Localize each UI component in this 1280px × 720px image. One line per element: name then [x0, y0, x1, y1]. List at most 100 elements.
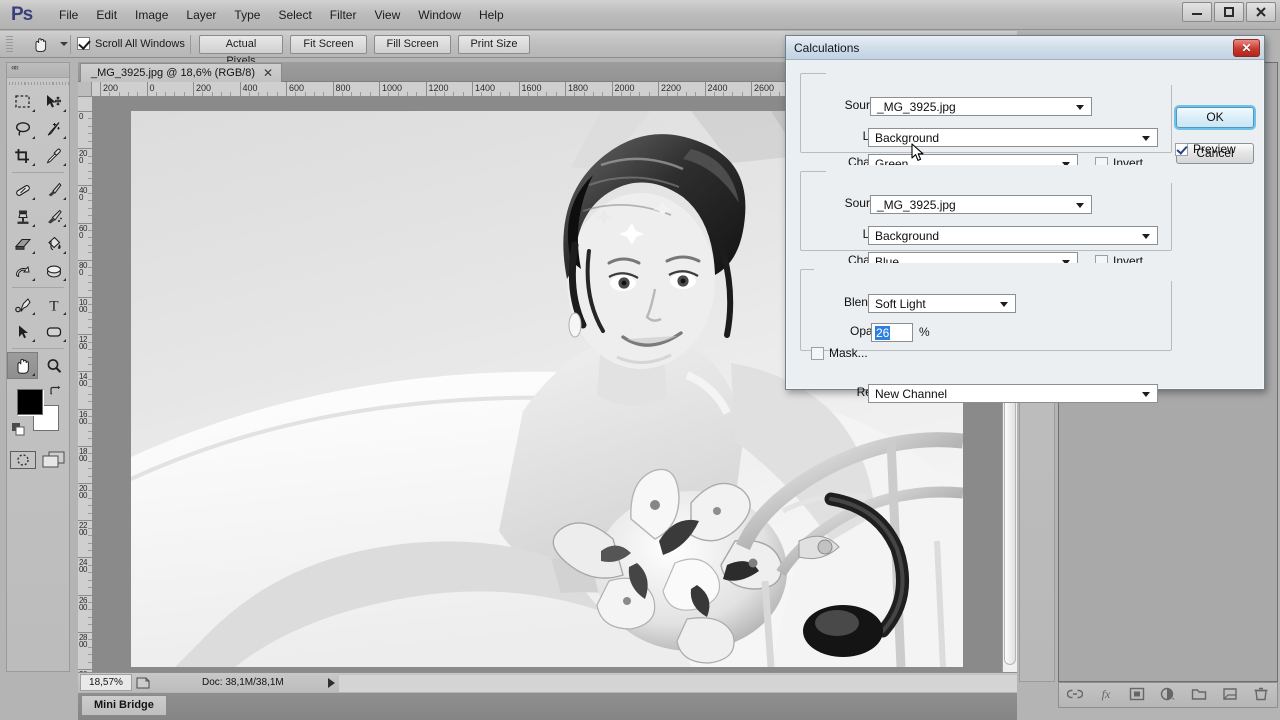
dialog-close-icon[interactable]: ✕: [1233, 39, 1260, 57]
mask-check-icon[interactable]: [811, 347, 824, 360]
chevron-down-icon[interactable]: [1142, 136, 1150, 141]
ruler-minor-tick: [88, 453, 92, 454]
link-icon[interactable]: [1067, 688, 1083, 703]
tool-hand[interactable]: [7, 352, 38, 379]
tool-dodge[interactable]: [7, 257, 38, 284]
tool-pen[interactable]: [7, 291, 38, 318]
chevron-down-icon[interactable]: [1142, 234, 1150, 239]
scroll-all-windows-check-icon[interactable]: [77, 37, 90, 50]
ruler-tick-label: 1200: [79, 336, 88, 350]
vertical-ruler[interactable]: 0200400600800100012001400160018002000220…: [78, 97, 93, 672]
calculations-dialog[interactable]: Calculations ✕ Source 1: _MG_3925.jpg La…: [785, 35, 1265, 390]
tool-preset-chevron-down-icon[interactable]: [60, 42, 68, 46]
tool-paint-bucket[interactable]: [38, 230, 69, 257]
menu-view[interactable]: View: [365, 6, 409, 25]
hand-tool-icon[interactable]: [27, 34, 53, 56]
swap-colors-icon[interactable]: [49, 385, 63, 400]
scroll-all-windows-checkbox[interactable]: Scroll All Windows: [77, 37, 185, 50]
tool-zoom[interactable]: [38, 352, 69, 379]
actual-pixels-button[interactable]: Actual Pixels: [199, 35, 283, 54]
menu-select[interactable]: Select: [269, 6, 320, 25]
document-tab[interactable]: _MG_3925.jpg @ 18,6% (RGB/8) ✕: [80, 63, 282, 82]
maximize-icon[interactable]: [1214, 2, 1244, 22]
menu-layer[interactable]: Layer: [177, 6, 225, 25]
close-tab-icon[interactable]: ✕: [263, 68, 273, 78]
minimize-icon[interactable]: [1182, 2, 1212, 22]
ruler-minor-tick: [305, 92, 306, 96]
menu-filter[interactable]: Filter: [321, 6, 366, 25]
tool-rectangular-marquee[interactable]: [7, 88, 38, 115]
fit-screen-button[interactable]: Fit Screen: [290, 35, 367, 54]
tool-move[interactable]: [38, 88, 69, 115]
ruler-minor-tick: [481, 92, 482, 96]
chevron-down-icon[interactable]: [1000, 302, 1008, 307]
quick-mask-icon[interactable]: [10, 451, 36, 472]
ruler-minor-tick: [88, 461, 92, 462]
delete-layer-icon[interactable]: [1253, 687, 1269, 704]
ruler-minor-tick: [267, 92, 268, 96]
ruler-minor-tick: [88, 662, 92, 663]
ruler-minor-tick: [295, 92, 296, 96]
zoom-level-field[interactable]: 18,57%: [80, 674, 132, 691]
menu-file[interactable]: File: [50, 6, 87, 25]
source2-layer-dropdown[interactable]: Background: [868, 226, 1158, 245]
tool-eyedropper[interactable]: [38, 142, 69, 169]
tool-magic-wand[interactable]: [38, 115, 69, 142]
chevron-down-icon[interactable]: [1142, 392, 1150, 397]
ok-button[interactable]: OK: [1176, 107, 1254, 128]
preview-check-icon[interactable]: [1175, 143, 1188, 156]
document-thumbnail-icon[interactable]: [132, 677, 154, 689]
chevron-down-icon[interactable]: [1076, 105, 1084, 110]
tool-lasso[interactable]: [7, 115, 38, 142]
blending-mode-dropdown[interactable]: Soft Light: [868, 294, 1016, 313]
application-titlebar: Ps File Edit Image Layer Type Select Fil…: [0, 0, 1280, 30]
layer-mask-icon[interactable]: [1129, 687, 1145, 704]
tool-eraser[interactable]: [7, 230, 38, 257]
ruler-minor-tick: [463, 92, 464, 96]
tool-path-selection[interactable]: [7, 318, 38, 345]
new-layer-icon[interactable]: [1222, 687, 1238, 704]
menu-edit[interactable]: Edit: [87, 6, 126, 25]
preview-checkbox[interactable]: Preview: [1175, 142, 1236, 156]
dialog-titlebar[interactable]: Calculations ✕: [786, 36, 1264, 60]
screen-mode-icon[interactable]: [41, 451, 67, 472]
close-icon[interactable]: [1246, 2, 1276, 22]
ruler-minor-tick: [779, 92, 780, 96]
tool-brush[interactable]: [38, 176, 69, 203]
menu-type[interactable]: Type: [225, 6, 269, 25]
tools-panel-collapse-icon[interactable]: [7, 63, 69, 78]
opacity-input[interactable]: 26: [871, 323, 913, 342]
tool-crop[interactable]: [7, 142, 38, 169]
fx-icon[interactable]: fx: [1098, 687, 1114, 704]
tool-horizontal-type[interactable]: T: [38, 291, 69, 318]
source2-file-dropdown[interactable]: _MG_3925.jpg: [870, 195, 1092, 214]
ruler-minor-tick: [230, 92, 231, 96]
ruler-minor-tick: [88, 156, 92, 157]
tool-clone-stamp[interactable]: [7, 203, 38, 230]
mask-checkbox[interactable]: Mask...: [811, 346, 868, 360]
foreground-color-swatch[interactable]: [17, 389, 43, 415]
default-colors-icon[interactable]: [12, 423, 24, 435]
ruler-minor-tick: [88, 312, 92, 313]
tool-history-brush[interactable]: [38, 203, 69, 230]
mini-bridge-tab[interactable]: Mini Bridge: [81, 695, 167, 716]
options-bar-grip[interactable]: [6, 36, 13, 53]
adjustment-layer-icon[interactable]: [1160, 687, 1176, 704]
menu-image[interactable]: Image: [126, 6, 177, 25]
print-size-button[interactable]: Print Size: [458, 35, 530, 54]
source1-file-dropdown[interactable]: _MG_3925.jpg: [870, 97, 1092, 116]
source1-file-value: _MG_3925.jpg: [877, 100, 956, 114]
fill-screen-button[interactable]: Fill Screen: [374, 35, 451, 54]
menu-help[interactable]: Help: [470, 6, 513, 25]
ruler-tick-label: 2800: [79, 634, 88, 648]
chevron-down-icon[interactable]: [1076, 203, 1084, 208]
new-group-icon[interactable]: [1191, 687, 1207, 704]
menu-window[interactable]: Window: [409, 6, 470, 25]
ruler-minor-tick: [88, 193, 92, 194]
tool-blur[interactable]: [38, 257, 69, 284]
ruler-minor-tick: [667, 92, 668, 96]
result-dropdown[interactable]: New Channel: [868, 384, 1158, 403]
status-menu-arrow-icon[interactable]: [328, 678, 335, 688]
tool-spot-healing-brush[interactable]: [7, 176, 38, 203]
tool-rounded-rectangle[interactable]: [38, 318, 69, 345]
